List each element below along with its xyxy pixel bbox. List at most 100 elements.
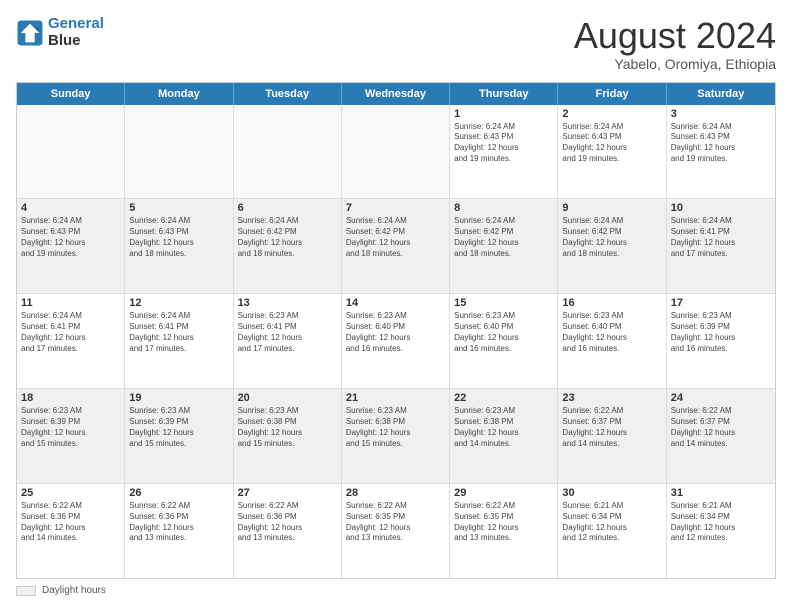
day-number: 24: [671, 392, 771, 404]
calendar-cell: 23 Sunrise: 6:22 AM Sunset: 6:37 PM Dayli…: [558, 389, 666, 483]
calendar-cell: 3 Sunrise: 6:24 AM Sunset: 6:43 PM Daylig…: [667, 105, 775, 199]
day-number: 3: [671, 108, 771, 120]
day-info: Sunrise: 6:24 AM Sunset: 6:41 PM Dayligh…: [129, 311, 228, 354]
calendar-header-row: SundayMondayTuesdayWednesdayThursdayFrid…: [17, 83, 775, 105]
day-info: Sunrise: 6:24 AM Sunset: 6:43 PM Dayligh…: [21, 216, 120, 259]
calendar-cell: 12Sunrise: 6:24 AM Sunset: 6:41 PM Dayli…: [125, 294, 233, 388]
footer-shade-box: [16, 586, 36, 596]
day-info: Sunrise: 6:23 AM Sunset: 6:40 PM Dayligh…: [454, 311, 553, 354]
day-info: Sunrise: 6:23 AM Sunset: 6:38 PM Dayligh…: [454, 406, 553, 449]
calendar: SundayMondayTuesdayWednesdayThursdayFrid…: [16, 82, 776, 579]
calendar-header-cell: Saturday: [667, 83, 775, 105]
calendar-cell: 1Sunrise: 6:24 AM Sunset: 6:43 PM Daylig…: [450, 105, 558, 199]
day-info: Sunrise: 6:22 AM Sunset: 6:35 PM Dayligh…: [454, 501, 553, 544]
logo-line1: General: [48, 15, 104, 32]
day-info: Sunrise: 6:21 AM Sunset: 6:34 PM Dayligh…: [671, 501, 771, 544]
calendar-cell: 8 Sunrise: 6:24 AM Sunset: 6:42 PM Daylig…: [450, 199, 558, 293]
day-number: 4: [21, 202, 120, 214]
calendar-cell: 9 Sunrise: 6:24 AM Sunset: 6:42 PM Daylig…: [558, 199, 666, 293]
day-number: 18: [21, 392, 120, 404]
day-number: 10: [671, 202, 771, 214]
day-info: Sunrise: 6:23 AM Sunset: 6:40 PM Dayligh…: [562, 311, 661, 354]
day-info: Sunrise: 6:22 AM Sunset: 6:37 PM Dayligh…: [562, 406, 661, 449]
day-number: 20: [238, 392, 337, 404]
calendar-cell: 14Sunrise: 6:23 AM Sunset: 6:40 PM Dayli…: [342, 294, 450, 388]
calendar-cell: 24 Sunrise: 6:22 AM Sunset: 6:37 PM Dayli…: [667, 389, 775, 483]
day-number: 29: [454, 487, 553, 499]
calendar-cell: 19 Sunrise: 6:23 AM Sunset: 6:39 PM Dayli…: [125, 389, 233, 483]
logo-icon: [16, 19, 44, 47]
day-info: Sunrise: 6:24 AM Sunset: 6:43 PM Dayligh…: [454, 122, 553, 165]
day-number: 8: [454, 202, 553, 214]
calendar-week: 4 Sunrise: 6:24 AM Sunset: 6:43 PM Daylig…: [17, 199, 775, 294]
calendar-week: 18 Sunrise: 6:23 AM Sunset: 6:39 PM Dayli…: [17, 389, 775, 484]
day-number: 13: [238, 297, 337, 309]
day-number: 25: [21, 487, 120, 499]
day-number: 17: [671, 297, 771, 309]
calendar-body: 1Sunrise: 6:24 AM Sunset: 6:43 PM Daylig…: [17, 105, 775, 578]
calendar-week: 25 Sunrise: 6:22 AM Sunset: 6:36 PM Dayli…: [17, 484, 775, 578]
calendar-cell: 4 Sunrise: 6:24 AM Sunset: 6:43 PM Daylig…: [17, 199, 125, 293]
day-info: Sunrise: 6:24 AM Sunset: 6:41 PM Dayligh…: [671, 216, 771, 259]
day-number: 28: [346, 487, 445, 499]
day-number: 7: [346, 202, 445, 214]
day-info: Sunrise: 6:22 AM Sunset: 6:36 PM Dayligh…: [21, 501, 120, 544]
day-info: Sunrise: 6:24 AM Sunset: 6:42 PM Dayligh…: [346, 216, 445, 259]
day-info: Sunrise: 6:23 AM Sunset: 6:39 PM Dayligh…: [21, 406, 120, 449]
day-number: 16: [562, 297, 661, 309]
day-info: Sunrise: 6:23 AM Sunset: 6:38 PM Dayligh…: [346, 406, 445, 449]
calendar-cell: 30 Sunrise: 6:21 AM Sunset: 6:34 PM Dayli…: [558, 484, 666, 578]
day-info: Sunrise: 6:22 AM Sunset: 6:36 PM Dayligh…: [238, 501, 337, 544]
calendar-cell: 31 Sunrise: 6:21 AM Sunset: 6:34 PM Dayli…: [667, 484, 775, 578]
day-info: Sunrise: 6:24 AM Sunset: 6:41 PM Dayligh…: [21, 311, 120, 354]
day-info: Sunrise: 6:24 AM Sunset: 6:43 PM Dayligh…: [671, 122, 771, 165]
calendar-cell: 29 Sunrise: 6:22 AM Sunset: 6:35 PM Dayli…: [450, 484, 558, 578]
day-number: 22: [454, 392, 553, 404]
day-number: 31: [671, 487, 771, 499]
calendar-cell: 2 Sunrise: 6:24 AM Sunset: 6:43 PM Daylig…: [558, 105, 666, 199]
calendar-cell: 25 Sunrise: 6:22 AM Sunset: 6:36 PM Dayli…: [17, 484, 125, 578]
day-number: 19: [129, 392, 228, 404]
calendar-cell: 7 Sunrise: 6:24 AM Sunset: 6:42 PM Daylig…: [342, 199, 450, 293]
day-number: 21: [346, 392, 445, 404]
day-info: Sunrise: 6:24 AM Sunset: 6:43 PM Dayligh…: [562, 122, 661, 165]
calendar-cell: 11 Sunrise: 6:24 AM Sunset: 6:41 PM Dayli…: [17, 294, 125, 388]
day-info: Sunrise: 6:22 AM Sunset: 6:36 PM Dayligh…: [129, 501, 228, 544]
calendar-cell: 10 Sunrise: 6:24 AM Sunset: 6:41 PM Dayli…: [667, 199, 775, 293]
day-number: 11: [21, 297, 120, 309]
calendar-cell: 15 Sunrise: 6:23 AM Sunset: 6:40 PM Dayli…: [450, 294, 558, 388]
calendar-header-cell: Monday: [125, 83, 233, 105]
calendar-header-cell: Friday: [558, 83, 666, 105]
day-info: Sunrise: 6:24 AM Sunset: 6:43 PM Dayligh…: [129, 216, 228, 259]
day-info: Sunrise: 6:23 AM Sunset: 6:41 PM Dayligh…: [238, 311, 337, 354]
calendar-header-cell: Sunday: [17, 83, 125, 105]
calendar-week: 11 Sunrise: 6:24 AM Sunset: 6:41 PM Dayli…: [17, 294, 775, 389]
day-number: 9: [562, 202, 661, 214]
calendar-cell: [17, 105, 125, 199]
main-title: August 2024: [574, 16, 776, 56]
day-number: 30: [562, 487, 661, 499]
day-info: Sunrise: 6:24 AM Sunset: 6:42 PM Dayligh…: [562, 216, 661, 259]
day-info: Sunrise: 6:21 AM Sunset: 6:34 PM Dayligh…: [562, 501, 661, 544]
calendar-header-cell: Wednesday: [342, 83, 450, 105]
logo-line2: Blue: [48, 33, 104, 50]
day-info: Sunrise: 6:23 AM Sunset: 6:39 PM Dayligh…: [129, 406, 228, 449]
calendar-header-cell: Tuesday: [234, 83, 342, 105]
calendar-cell: 27Sunrise: 6:22 AM Sunset: 6:36 PM Dayli…: [234, 484, 342, 578]
day-info: Sunrise: 6:24 AM Sunset: 6:42 PM Dayligh…: [238, 216, 337, 259]
calendar-cell: 21 Sunrise: 6:23 AM Sunset: 6:38 PM Dayli…: [342, 389, 450, 483]
calendar-cell: 16 Sunrise: 6:23 AM Sunset: 6:40 PM Dayli…: [558, 294, 666, 388]
day-number: 15: [454, 297, 553, 309]
day-number: 6: [238, 202, 337, 214]
day-info: Sunrise: 6:24 AM Sunset: 6:42 PM Dayligh…: [454, 216, 553, 259]
day-info: Sunrise: 6:22 AM Sunset: 6:37 PM Dayligh…: [671, 406, 771, 449]
day-number: 2: [562, 108, 661, 120]
calendar-cell: 20Sunrise: 6:23 AM Sunset: 6:38 PM Dayli…: [234, 389, 342, 483]
calendar-cell: 28Sunrise: 6:22 AM Sunset: 6:35 PM Dayli…: [342, 484, 450, 578]
calendar-cell: 6 Sunrise: 6:24 AM Sunset: 6:42 PM Daylig…: [234, 199, 342, 293]
day-number: 5: [129, 202, 228, 214]
calendar-cell: [125, 105, 233, 199]
calendar-cell: 13 Sunrise: 6:23 AM Sunset: 6:41 PM Dayli…: [234, 294, 342, 388]
day-number: 26: [129, 487, 228, 499]
day-number: 23: [562, 392, 661, 404]
